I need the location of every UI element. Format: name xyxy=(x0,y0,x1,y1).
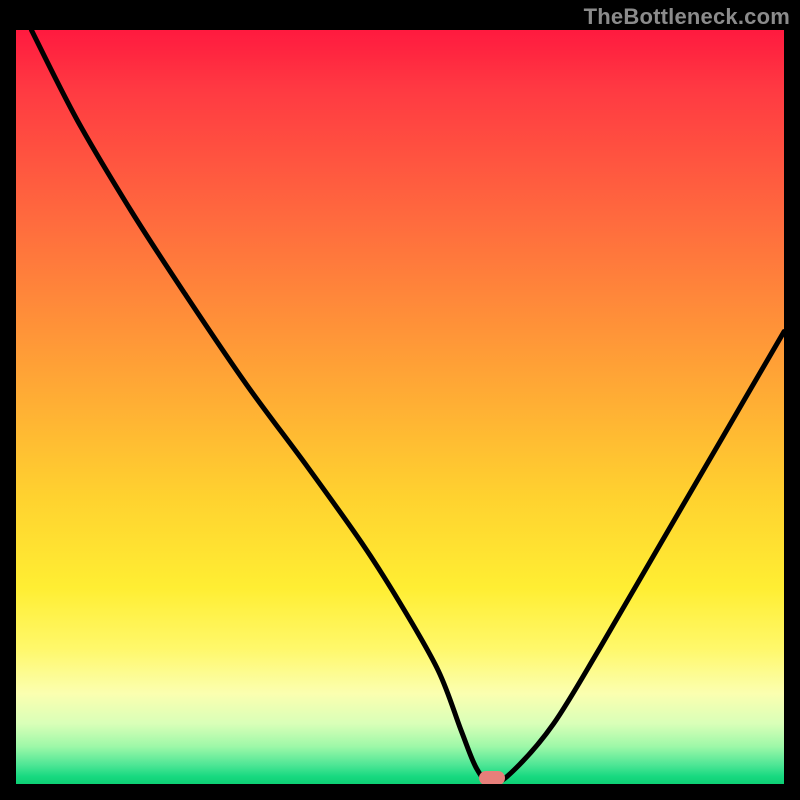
watermark-text: TheBottleneck.com xyxy=(584,4,790,30)
curve-path xyxy=(31,30,784,784)
plot-area xyxy=(16,30,784,784)
optimal-point-marker xyxy=(479,771,505,784)
bottleneck-curve xyxy=(16,30,784,784)
chart-stage: TheBottleneck.com xyxy=(0,0,800,800)
